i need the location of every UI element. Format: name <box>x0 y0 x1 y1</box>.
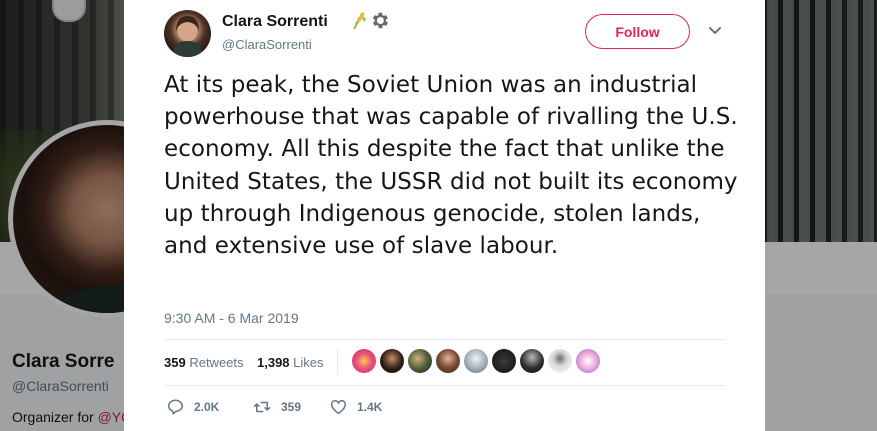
gear-icon <box>372 12 388 29</box>
liker-avatar[interactable] <box>576 349 600 373</box>
heart-icon <box>331 399 346 415</box>
liker-avatar[interactable] <box>520 349 544 373</box>
reply-button[interactable]: 2.0K <box>166 398 219 416</box>
author-name[interactable]: Clara Sorrenti <box>222 13 328 31</box>
likes-stat[interactable]: 1,398 Likes <box>257 355 324 370</box>
author-handle[interactable]: @ClaraSorrenti <box>222 37 312 52</box>
like-count: 1.4K <box>357 400 383 414</box>
likes-count: 1,398 <box>257 355 290 370</box>
retweet-icon <box>253 401 271 413</box>
follow-button[interactable]: Follow <box>585 14 690 49</box>
liker-avatar[interactable] <box>464 349 488 373</box>
like-button[interactable]: 1.4K <box>329 398 382 416</box>
reply-icon <box>168 399 183 415</box>
liker-avatar[interactable] <box>436 349 460 373</box>
likes-label: Likes <box>293 355 324 370</box>
author-avatar-image <box>172 16 203 57</box>
chevron-down-icon[interactable] <box>708 26 722 36</box>
tweet-modal: Clara Sorrenti @ClaraSorrenti Follow At … <box>124 0 765 431</box>
retweets-stat[interactable]: 359 Retweets <box>164 355 244 370</box>
wheat-icon <box>353 12 366 30</box>
retweet-button[interactable]: 359 <box>252 398 301 416</box>
liker-avatar[interactable] <box>548 349 572 373</box>
retweet-count: 359 <box>281 400 302 414</box>
author-avatar[interactable] <box>164 10 211 57</box>
liker-avatar[interactable] <box>352 349 376 373</box>
divider <box>164 339 725 340</box>
retweets-count: 359 <box>164 355 186 370</box>
liker-avatar[interactable] <box>492 349 516 373</box>
retweets-label: Retweets <box>189 355 244 370</box>
liker-avatar[interactable] <box>380 349 404 373</box>
divider <box>164 385 725 386</box>
tweet-text: At its peak, the Soviet Union was an ind… <box>164 72 738 260</box>
divider <box>337 349 338 375</box>
reply-count: 2.0K <box>194 400 220 414</box>
liker-avatar[interactable] <box>408 349 432 373</box>
tweet-timestamp[interactable]: 9:30 AM - 6 Mar 2019 <box>164 310 299 326</box>
